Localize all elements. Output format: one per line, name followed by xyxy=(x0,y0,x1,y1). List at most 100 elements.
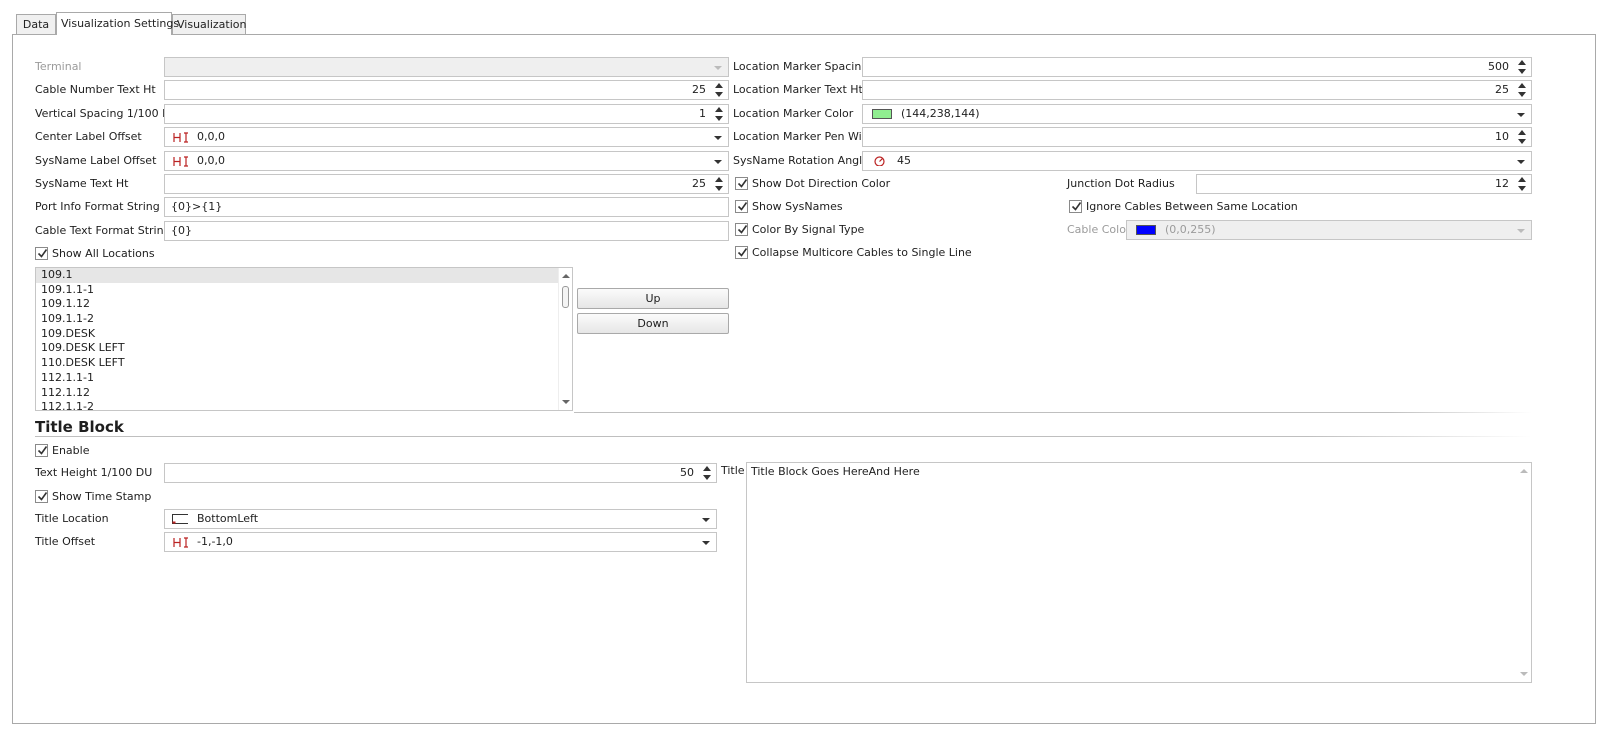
title-offset-select[interactable]: -1,-1,0 xyxy=(164,532,717,552)
color-by-signal-type-label: Color By Signal Type xyxy=(752,223,865,236)
vertical-spacing-label: Vertical Spacing 1/100 DU xyxy=(35,107,179,120)
enable-label: Enable xyxy=(52,444,90,457)
tab-data[interactable]: Data xyxy=(16,14,56,35)
show-time-stamp-checkbox[interactable]: Show Time Stamp xyxy=(35,490,151,504)
vertical-spacing-input[interactable]: 1 xyxy=(164,104,729,124)
textarea-scrollbar[interactable] xyxy=(1517,463,1531,682)
scroll-down-icon[interactable] xyxy=(1520,672,1528,676)
cable-text-format-input[interactable]: {0} xyxy=(164,221,729,241)
chevron-down-icon[interactable] xyxy=(714,136,722,140)
cable-text-format-value: {0} xyxy=(171,224,192,237)
spinner-icon[interactable] xyxy=(1518,129,1528,145)
chevron-down-icon[interactable] xyxy=(714,160,722,164)
location-marker-text-ht-input[interactable]: 25 xyxy=(862,80,1532,100)
spinner-icon[interactable] xyxy=(1518,82,1528,98)
title-block-heading: Title Block xyxy=(35,418,124,436)
cable-text-format-label: Cable Text Format String xyxy=(35,224,171,237)
title-textarea[interactable]: Title Block Goes HereAnd Here xyxy=(746,462,1532,683)
title-offset-label: Title Offset xyxy=(35,535,96,548)
title-location-select[interactable]: BottomLeft xyxy=(164,509,717,529)
list-item[interactable]: 112.1.12 xyxy=(36,386,572,401)
list-item[interactable]: 110.DESK LEFT xyxy=(36,356,572,371)
junction-dot-radius-input[interactable]: 12 xyxy=(1196,174,1532,194)
title-text-value: Title Block Goes HereAnd Here xyxy=(751,465,920,478)
section-divider xyxy=(35,436,1532,437)
junction-dot-radius-label: Junction Dot Radius xyxy=(1067,177,1175,190)
location-marker-spacing-input[interactable]: 500 xyxy=(862,57,1532,77)
port-info-format-label: Port Info Format String xyxy=(35,200,160,213)
sysname-rotation-angle-label: SysName Rotation Angle xyxy=(733,154,869,167)
locations-list[interactable]: 109.1 109.1.1-1 109.1.12 109.1.1-2 109.D… xyxy=(35,267,573,411)
title-offset-value: -1,-1,0 xyxy=(197,535,233,548)
location-marker-text-ht-label: Location Marker Text Ht xyxy=(733,83,863,96)
spinner-icon[interactable] xyxy=(703,465,713,481)
chevron-down-icon[interactable] xyxy=(1517,160,1525,164)
text-height-label: Text Height 1/100 DU xyxy=(35,466,153,479)
location-marker-color-label: Location Marker Color xyxy=(733,107,854,120)
chevron-down-icon[interactable] xyxy=(702,541,710,545)
show-all-locations-checkbox[interactable]: Show All Locations xyxy=(35,247,155,261)
tab-visualization[interactable]: Visualization xyxy=(172,14,246,35)
cable-number-text-ht-input[interactable]: 25 xyxy=(164,80,729,100)
sysname-rotation-angle-select[interactable]: 45 xyxy=(862,151,1532,171)
port-info-format-input[interactable]: {0}>{1} xyxy=(164,197,729,217)
scroll-up-icon[interactable] xyxy=(1520,469,1528,473)
checkbox-checked-icon xyxy=(735,223,748,236)
tab-visualization-settings-label: Visualization Settings xyxy=(61,17,180,30)
list-item[interactable]: 109.1.12 xyxy=(36,297,572,312)
down-button[interactable]: Down xyxy=(577,313,729,334)
angle-icon xyxy=(874,156,885,166)
show-sysnames-checkbox[interactable]: Show SysNames xyxy=(735,200,845,214)
chevron-down-icon[interactable] xyxy=(1517,113,1525,117)
scroll-up-icon[interactable] xyxy=(562,274,570,278)
scroll-down-icon[interactable] xyxy=(562,400,570,404)
location-marker-pen-width-input[interactable]: 10 xyxy=(862,127,1532,147)
collapse-multicore-checkbox[interactable]: Collapse Multicore Cables to Single Line xyxy=(735,246,972,260)
ignore-cables-checkbox[interactable]: Ignore Cables Between Same Location xyxy=(1069,200,1298,214)
show-dot-direction-color-checkbox[interactable]: Show Dot Direction Color xyxy=(735,177,890,191)
spinner-icon[interactable] xyxy=(1518,59,1528,75)
scroll-thumb[interactable] xyxy=(562,286,569,308)
chevron-down-icon xyxy=(1517,229,1525,233)
spinner-icon[interactable] xyxy=(715,176,725,192)
checkbox-checked-icon xyxy=(35,444,48,457)
list-item[interactable]: 109.DESK LEFT xyxy=(36,341,572,356)
sysname-label-offset-label: SysName Label Offset xyxy=(35,154,157,167)
terminal-label: Terminal xyxy=(35,60,82,73)
sysname-text-ht-label: SysName Text Ht xyxy=(35,177,129,190)
port-info-format-value: {0}>{1} xyxy=(171,200,223,213)
enable-checkbox[interactable]: Enable xyxy=(35,444,95,458)
show-time-stamp-label: Show Time Stamp xyxy=(52,490,152,503)
location-marker-pen-width-value: 10 xyxy=(1495,130,1509,143)
list-item[interactable]: 109.1 xyxy=(36,268,572,283)
chevron-down-icon[interactable] xyxy=(702,518,710,522)
list-item[interactable]: 109.1.1-2 xyxy=(36,312,572,327)
sysname-label-offset-select[interactable]: 0,0,0 xyxy=(164,151,729,171)
up-button[interactable]: Up xyxy=(577,288,729,309)
location-marker-color-select[interactable]: (144,238,144) xyxy=(862,104,1532,124)
text-height-input[interactable]: 50 xyxy=(164,463,717,483)
show-sysnames-label: Show SysNames xyxy=(752,200,843,213)
list-item[interactable]: 112.1.1-1 xyxy=(36,371,572,386)
list-item[interactable]: 109.1.1-1 xyxy=(36,283,572,298)
spinner-icon[interactable] xyxy=(1518,176,1528,192)
list-item[interactable]: 109.DESK xyxy=(36,327,572,342)
spinner-icon[interactable] xyxy=(715,82,725,98)
tab-data-label: Data xyxy=(22,18,50,31)
list-item[interactable]: 112.1.1-2 xyxy=(36,400,572,410)
list-scrollbar[interactable] xyxy=(558,268,572,410)
collapse-multicore-label: Collapse Multicore Cables to Single Line xyxy=(752,246,972,259)
junction-dot-radius-value: 12 xyxy=(1495,177,1509,190)
tab-visualization-settings[interactable]: Visualization Settings xyxy=(56,12,179,35)
chevron-down-icon xyxy=(714,66,722,70)
title-location-label: Title Location xyxy=(35,512,109,525)
show-all-locations-label: Show All Locations xyxy=(52,247,155,260)
location-marker-spacing-value: 500 xyxy=(1488,60,1509,73)
center-label-offset-select[interactable]: 0,0,0 xyxy=(164,127,729,147)
sysname-text-ht-input[interactable]: 25 xyxy=(164,174,729,194)
color-by-signal-type-checkbox[interactable]: Color By Signal Type xyxy=(735,223,875,237)
page-location-icon xyxy=(172,514,188,524)
sysname-text-ht-value: 25 xyxy=(692,177,706,190)
spinner-icon[interactable] xyxy=(715,106,725,122)
location-marker-spacing-label: Location Marker Spacing xyxy=(733,60,869,73)
